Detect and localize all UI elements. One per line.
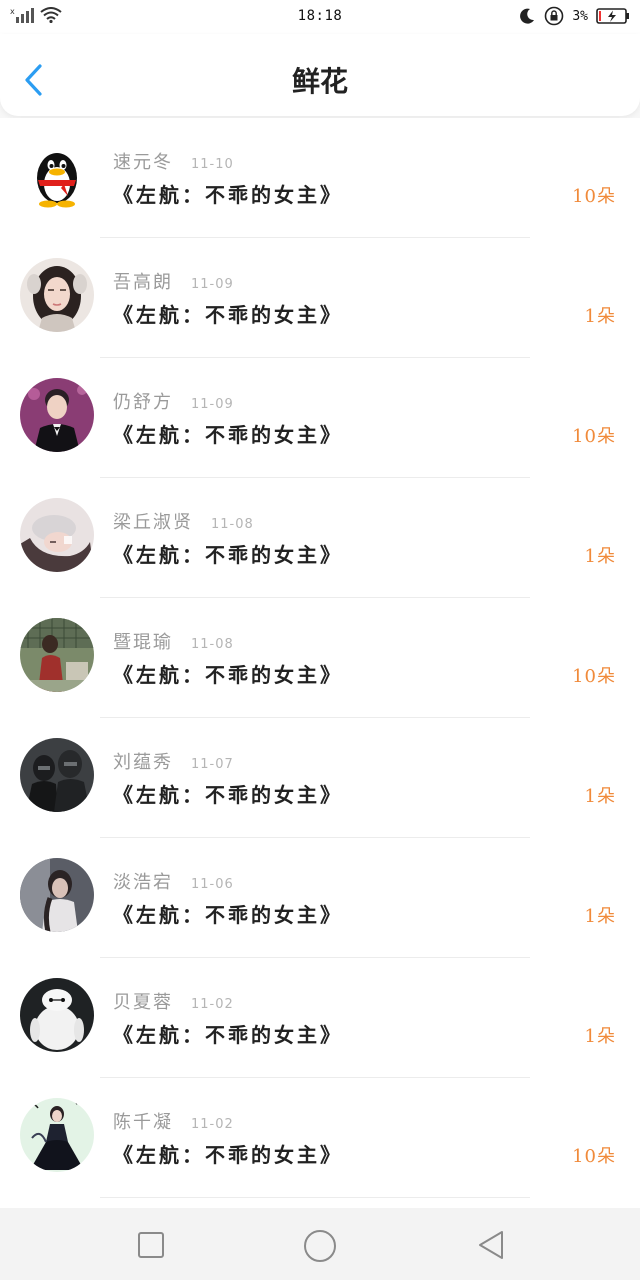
- flower-count: 1朵: [584, 786, 616, 807]
- avatar[interactable]: [20, 738, 94, 812]
- user-name: 速元冬: [113, 152, 173, 173]
- page-title: 鲜花: [291, 65, 348, 98]
- divider: [100, 1197, 530, 1198]
- circle-icon: [304, 1230, 336, 1262]
- back-nav-button[interactable]: [474, 1228, 508, 1262]
- flower-count: 10朵: [572, 186, 616, 207]
- gift-date: 11-02: [191, 1117, 234, 1132]
- book-title: 《左航：不乖的女主》: [113, 183, 343, 207]
- list-item[interactable]: 梁丘淑贤 11-08 《左航：不乖的女主》 1朵: [0, 478, 640, 598]
- user-name: 淡浩宕: [113, 872, 173, 893]
- user-name: 仍舒方: [113, 392, 173, 413]
- user-name: 刘蕴秀: [113, 752, 173, 773]
- battery-percent: 3%: [572, 8, 588, 24]
- gift-date: 11-02: [191, 997, 234, 1012]
- gift-date: 11-09: [191, 277, 234, 292]
- book-title: 《左航：不乖的女主》: [113, 663, 343, 687]
- list-item[interactable]: 贝夏蓉 11-02 《左航：不乖的女主》 1朵: [0, 958, 640, 1078]
- avatar[interactable]: [20, 378, 94, 452]
- triangle-back-icon: [479, 1231, 503, 1259]
- list-item[interactable]: 速元冬 11-10 《左航：不乖的女主》 10朵: [0, 118, 640, 238]
- header: 鲜花: [0, 34, 640, 116]
- home-button[interactable]: [302, 1228, 336, 1262]
- user-name: 陈千凝: [113, 1112, 173, 1133]
- recent-apps-button[interactable]: [134, 1228, 168, 1262]
- list-item[interactable]: 陈千凝 11-02 《左航：不乖的女主》 10朵: [0, 1078, 640, 1198]
- list-item[interactable]: 刘蕴秀 11-07 《左航：不乖的女主》 1朵: [0, 718, 640, 838]
- moon-icon: [520, 8, 535, 24]
- list-item[interactable]: 暨琨瑜 11-08 《左航：不乖的女主》 10朵: [0, 598, 640, 718]
- book-title: 《左航：不乖的女主》: [113, 1023, 343, 1047]
- flower-count: 1朵: [584, 306, 616, 327]
- book-title: 《左航：不乖的女主》: [113, 543, 343, 567]
- flower-count: 10朵: [572, 426, 616, 447]
- gift-date: 11-08: [191, 637, 234, 652]
- book-title: 《左航：不乖的女主》: [113, 783, 343, 807]
- system-nav-bar: [0, 1208, 640, 1280]
- battery-charging-icon: [596, 8, 629, 24]
- gift-date: 11-09: [191, 397, 234, 412]
- user-name: 暨琨瑜: [113, 632, 173, 653]
- avatar[interactable]: [20, 978, 94, 1052]
- page: x 18:18 3% 鲜花 速元冬 11-10 《左航：不乖的女主》 10朵 吾…: [0, 0, 640, 1280]
- flower-count: 10朵: [572, 1146, 616, 1167]
- list-item[interactable]: 仍舒方 11-09 《左航：不乖的女主》 10朵: [0, 358, 640, 478]
- list-item[interactable]: 淡浩宕 11-06 《左航：不乖的女主》 1朵: [0, 838, 640, 958]
- user-name: 梁丘淑贤: [113, 512, 193, 533]
- gift-date: 11-07: [191, 757, 234, 772]
- book-title: 《左航：不乖的女主》: [113, 1143, 343, 1167]
- gift-date: 11-10: [191, 157, 234, 172]
- avatar[interactable]: [20, 498, 94, 572]
- flower-count: 1朵: [584, 1026, 616, 1047]
- list-item[interactable]: 吾高朗 11-09 《左航：不乖的女主》 1朵: [0, 238, 640, 358]
- flower-count: 1朵: [584, 546, 616, 567]
- user-name: 吾高朗: [113, 272, 173, 293]
- avatar[interactable]: [20, 258, 94, 332]
- flower-count: 1朵: [584, 906, 616, 927]
- avatar[interactable]: [20, 858, 94, 932]
- square-icon: [138, 1232, 164, 1258]
- rotation-lock-icon: [545, 6, 564, 26]
- avatar[interactable]: [20, 138, 94, 212]
- flower-list: 速元冬 11-10 《左航：不乖的女主》 10朵 吾高朗 11-09 《左航：不…: [0, 118, 640, 1208]
- book-title: 《左航：不乖的女主》: [113, 303, 343, 327]
- flower-count: 10朵: [572, 666, 616, 687]
- book-title: 《左航：不乖的女主》: [113, 423, 343, 447]
- gift-date: 11-08: [211, 517, 254, 532]
- book-title: 《左航：不乖的女主》: [113, 903, 343, 927]
- avatar[interactable]: [20, 618, 94, 692]
- user-name: 贝夏蓉: [113, 992, 173, 1013]
- status-bar: x 18:18 3%: [0, 0, 640, 34]
- gift-date: 11-06: [191, 877, 234, 892]
- avatar[interactable]: [20, 1098, 94, 1172]
